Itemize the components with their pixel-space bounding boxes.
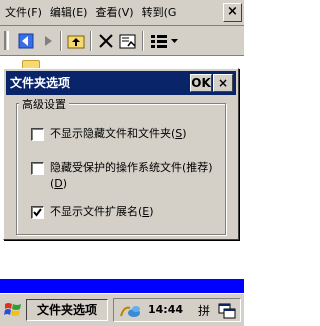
up-folder-button[interactable] <box>66 31 86 51</box>
toolbar-grip[interactable] <box>4 31 9 50</box>
back-icon <box>18 33 34 49</box>
desktop-icon[interactable] <box>218 302 236 320</box>
properties-icon <box>119 34 136 49</box>
toolbar-separator <box>90 31 92 51</box>
folder-icon <box>22 60 40 68</box>
start-button[interactable] <box>3 300 23 320</box>
option-label: 不显示隐藏文件和文件夹(S) <box>50 127 187 140</box>
menu-view[interactable]: 查看(V) <box>91 2 137 24</box>
properties-button[interactable] <box>118 31 138 51</box>
toolbar-separator <box>60 31 62 51</box>
option-hide-hidden-files[interactable]: 不显示隐藏文件和文件夹(S) <box>31 127 187 142</box>
option-label: 不显示文件扩展名(E) <box>50 205 154 218</box>
accent-strip <box>0 279 244 293</box>
forward-button[interactable] <box>38 31 58 51</box>
view-menu-icon <box>151 35 178 48</box>
checkbox-hide-extensions[interactable] <box>31 206 44 219</box>
delete-icon <box>99 34 113 48</box>
folder-options-dialog: 文件夹选项 OK × 高级设置 不显示隐藏文件和文件夹(S) 隐藏受保护的操作系… <box>3 68 239 240</box>
connection-icon[interactable] <box>118 302 144 320</box>
ok-button[interactable]: OK <box>190 74 212 92</box>
windows-flag-icon <box>4 303 21 316</box>
advanced-settings-group: 高级设置 不显示隐藏文件和文件夹(S) 隐藏受保护的操作系统文件(推荐)(D) … <box>16 96 226 235</box>
checkbox-hide-protected-files[interactable] <box>31 162 44 175</box>
back-button[interactable] <box>16 31 36 51</box>
up-folder-icon <box>67 35 85 49</box>
checkmark-icon <box>33 208 42 217</box>
toolbar <box>0 26 244 56</box>
taskbar-task-folder-options[interactable]: 文件夹选项 <box>26 299 108 321</box>
dialog-title: 文件夹选项 <box>10 76 71 90</box>
option-label: 隐藏受保护的操作系统文件(推荐)(D) <box>50 161 213 190</box>
group-label: 高级设置 <box>19 96 69 112</box>
clock[interactable]: 14:44 <box>148 303 183 316</box>
dialog-titlebar[interactable]: 文件夹选项 OK × <box>6 71 236 95</box>
dialog-close-button[interactable]: × <box>213 74 233 92</box>
menu-edit[interactable]: 编辑(E) <box>46 2 92 24</box>
menu-bar: 文件(F) 编辑(E) 查看(V) 转到(G × <box>0 0 244 26</box>
menu-file[interactable]: 文件(F) <box>0 2 46 24</box>
checkbox-hide-hidden-files[interactable] <box>31 128 44 141</box>
toolbar-separator <box>142 31 144 51</box>
option-hide-protected-files[interactable]: 隐藏受保护的操作系统文件(推荐)(D) <box>31 161 221 192</box>
system-tray: 14:44 拼 <box>113 298 241 322</box>
menu-goto[interactable]: 转到(G <box>138 2 176 24</box>
taskbar: 文件夹选项 14:44 拼 <box>0 293 244 326</box>
view-menu-button[interactable] <box>149 31 181 51</box>
option-hide-extensions[interactable]: 不显示文件扩展名(E) <box>31 205 154 220</box>
delete-button[interactable] <box>96 31 116 51</box>
window-close-button[interactable]: × <box>223 3 242 22</box>
ime-indicator[interactable]: 拼 <box>198 302 210 319</box>
forward-icon <box>45 36 52 46</box>
